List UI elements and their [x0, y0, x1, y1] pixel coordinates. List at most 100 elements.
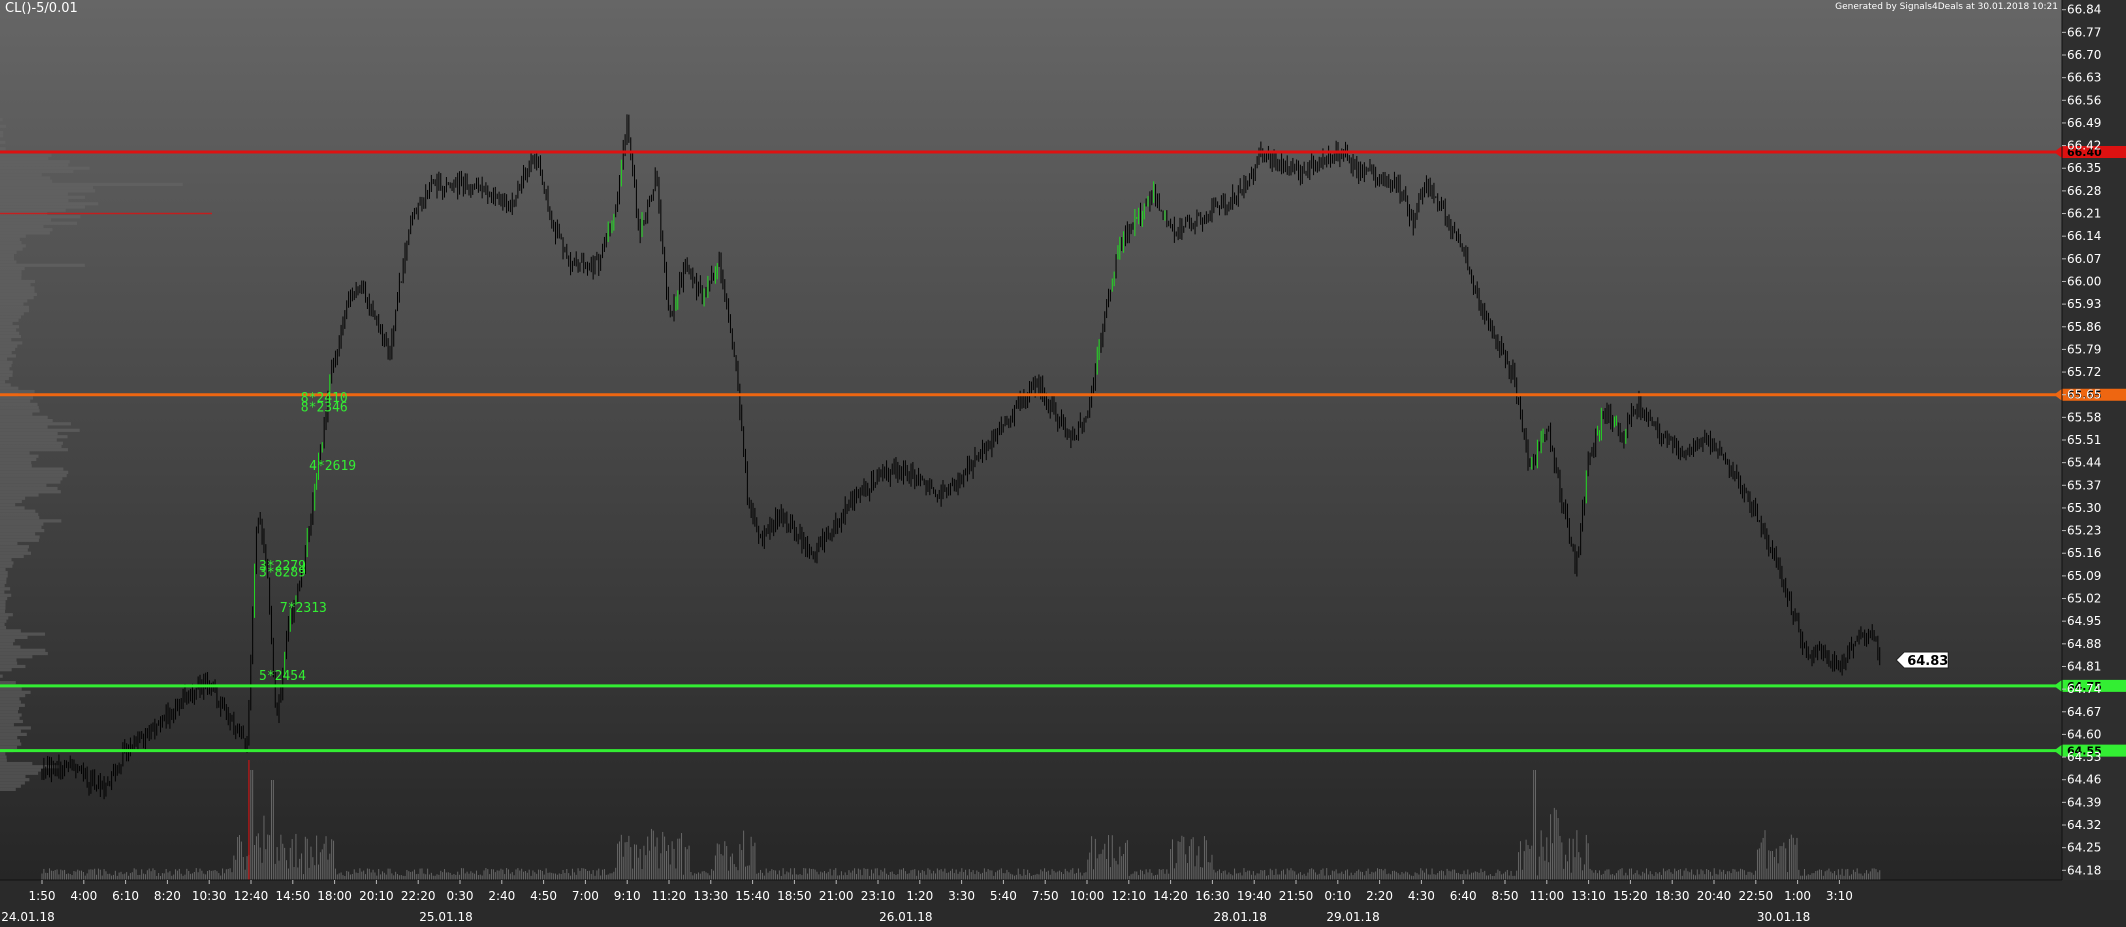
profile-bar	[0, 693, 26, 698]
profile-bar	[0, 169, 74, 174]
profile-bar	[0, 315, 21, 319]
profile-bar	[0, 690, 31, 694]
y-tick-label: 66.70	[2067, 48, 2101, 62]
profile-bar	[0, 723, 14, 727]
profile-bar	[0, 512, 39, 517]
x-tick-label: 22:20	[401, 889, 436, 903]
y-tick-label: 64.60	[2067, 727, 2101, 741]
x-tick-label: 8:20	[154, 889, 181, 903]
profile-bar	[0, 710, 19, 714]
profile-bar	[0, 283, 31, 287]
x-tick-label: 13:30	[694, 889, 729, 903]
profile-bar	[0, 781, 25, 785]
profile-bar	[0, 732, 27, 737]
annotation-label: 5*2454	[259, 669, 306, 684]
annotation-label: 8*2346	[301, 401, 348, 416]
profile-bar	[0, 448, 68, 452]
profile-bar	[0, 383, 11, 387]
x-tick-label: 4:30	[1408, 889, 1435, 903]
profile-bar	[0, 668, 12, 672]
profile-bar	[0, 302, 24, 306]
x-tick-label: 11:20	[652, 889, 687, 903]
profile-bar	[0, 124, 7, 128]
profile-bar	[0, 700, 21, 704]
y-tick-label: 64.95	[2067, 614, 2101, 628]
profile-bar	[0, 467, 64, 471]
profile-bar	[0, 208, 66, 212]
profile-bar	[0, 279, 36, 284]
y-tick-label: 66.28	[2067, 184, 2101, 198]
profile-bar	[0, 784, 21, 788]
profile-bar	[0, 739, 21, 743]
x-tick-label: 11:00	[1530, 889, 1565, 903]
x-tick-label: 6:10	[112, 889, 139, 903]
profile-bar	[0, 538, 39, 542]
x-tick-label: 12:40	[234, 889, 269, 903]
profile-bar	[0, 425, 48, 429]
profile-bar	[0, 626, 7, 630]
profile-bar	[0, 629, 21, 633]
profile-bar	[0, 613, 13, 617]
x-tick-label: 15:40	[735, 889, 770, 903]
profile-bar	[0, 341, 23, 345]
profile-bar	[0, 351, 12, 355]
profile-bar	[0, 376, 9, 381]
profile-bar	[0, 224, 44, 229]
y-tick-label: 65.37	[2067, 478, 2101, 492]
x-tick-label: 13:10	[1571, 889, 1606, 903]
y-tick-label: 65.02	[2067, 592, 2101, 606]
profile-bar	[0, 260, 17, 264]
profile-bar	[0, 325, 20, 329]
x-tick-label: 1:20	[906, 889, 933, 903]
y-tick-label: 65.16	[2067, 546, 2101, 560]
profile-bar	[0, 716, 20, 720]
profile-bar	[0, 726, 31, 730]
profile-bar	[0, 428, 80, 432]
y-tick-label: 66.77	[2067, 25, 2101, 39]
y-tick-label: 65.86	[2067, 320, 2101, 334]
profile-bar	[0, 186, 94, 190]
x-tick-label: 18:30	[1655, 889, 1690, 903]
profile-bar	[0, 661, 18, 665]
profile-bar	[0, 202, 99, 206]
profile-bar	[0, 198, 69, 203]
y-tick-label: 65.65	[2067, 388, 2101, 402]
profile-bar	[0, 344, 18, 348]
last-price-marker: 64.83	[1895, 651, 1949, 669]
profile-bar	[0, 768, 41, 772]
x-tick-label: 22:50	[1739, 889, 1774, 903]
profile-bar	[0, 431, 58, 436]
profile-bar	[0, 192, 68, 196]
date-label: 25.01.18	[419, 910, 472, 924]
x-tick-label: 4:00	[70, 889, 97, 903]
profile-bar	[0, 499, 22, 504]
profile-bar	[0, 506, 25, 510]
profile-bar	[0, 619, 7, 623]
x-tick-label: 18:50	[777, 889, 812, 903]
profile-bar	[0, 347, 16, 352]
profile-bar	[0, 742, 22, 746]
profile-bar	[0, 535, 40, 539]
profile-bar	[0, 496, 26, 500]
x-tick-label: 19:40	[1237, 889, 1272, 903]
date-label: 24.01.18	[1, 910, 54, 924]
profile-bar	[0, 697, 20, 701]
x-tick-label: 1:50	[29, 889, 56, 903]
profile-bar	[0, 131, 4, 135]
profile-bar	[0, 451, 30, 455]
x-tick-label: 7:00	[572, 889, 599, 903]
plot-background	[0, 0, 2062, 880]
profile-bar	[0, 713, 22, 717]
profile-bar	[0, 305, 29, 309]
profile-bar	[0, 567, 6, 572]
x-tick-label: 16:30	[1195, 889, 1230, 903]
x-tick-label: 8:50	[1492, 889, 1519, 903]
profile-bar	[0, 357, 8, 361]
profile-bar	[0, 189, 96, 193]
profile-bar	[0, 648, 46, 652]
x-tick-label: 21:50	[1279, 889, 1314, 903]
profile-bar	[0, 373, 13, 377]
x-tick-label: 10:00	[1070, 889, 1105, 903]
profile-bar	[0, 480, 61, 484]
profile-bar	[0, 687, 22, 691]
